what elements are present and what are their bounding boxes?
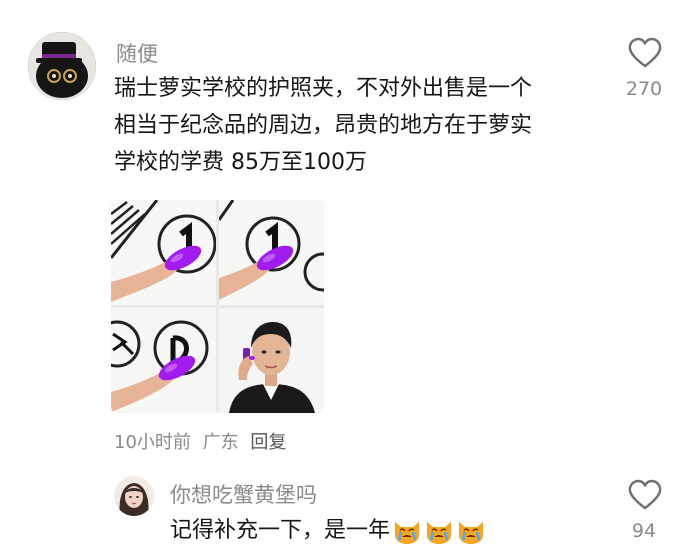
- comment-text-line: 瑞士萝实学校的护照夹，不对外出售是一个: [114, 76, 533, 101]
- meme-panel: [219, 308, 324, 413]
- comment-username[interactable]: 随便: [116, 38, 158, 68]
- heart-icon: [628, 37, 662, 68]
- meme-panel: [111, 308, 216, 413]
- person-on-phone-illustration: [219, 308, 324, 413]
- comment-text-line: 记得补充一下，是一年: [170, 518, 391, 543]
- comment-time: 10小时前: [114, 432, 191, 453]
- reply-button[interactable]: 回复: [250, 432, 286, 453]
- comment-text-line: 相当于纪念品的周边，昂贵的地方在于萝实: [114, 113, 533, 138]
- avatar[interactable]: [114, 476, 154, 516]
- like-button[interactable]: [627, 37, 663, 69]
- comment-text: 瑞士萝实学校的护照夹，不对外出售是一个 相当于纪念品的周边，昂贵的地方在于萝实 …: [114, 70, 594, 181]
- meme-panel: [219, 200, 324, 305]
- crying-cat-emoji-icon: [424, 516, 454, 546]
- girl-avatar-icon: [114, 476, 154, 516]
- crying-cat-emoji-icon: [392, 516, 422, 546]
- like-count: 94: [631, 520, 657, 542]
- comment-location: 广东: [202, 432, 239, 453]
- heart-icon: [628, 479, 662, 510]
- meme-panel: [111, 200, 216, 305]
- comment-username[interactable]: 你想吃蟹黄堡吗: [170, 479, 317, 509]
- comment-meta: 10小时前 广东 回复: [114, 428, 286, 454]
- crying-cat-emoji-icon: [456, 516, 486, 546]
- like-count: 270: [625, 78, 663, 100]
- cat-avatar-icon: [28, 32, 96, 100]
- avatar[interactable]: [28, 32, 96, 100]
- comment-text-line: 学校的学费 85万至100万: [114, 150, 367, 175]
- finger-phone-illustration: [111, 200, 216, 305]
- comment-text: 记得补充一下，是一年: [170, 512, 486, 549]
- like-button[interactable]: [627, 479, 663, 511]
- finger-phone-illustration: [219, 200, 324, 305]
- meme-image[interactable]: [111, 200, 324, 413]
- finger-phone-illustration: [111, 308, 216, 413]
